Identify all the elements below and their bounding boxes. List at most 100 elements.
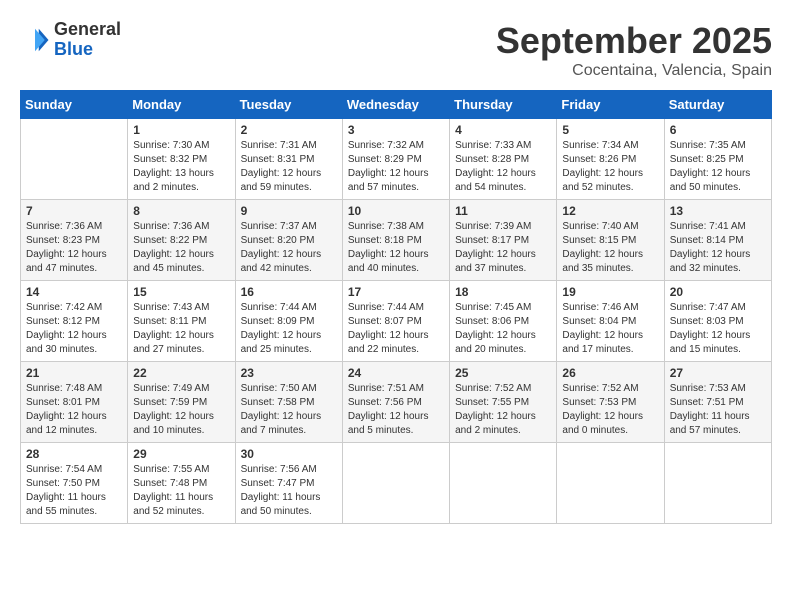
header-cell-saturday: Saturday — [664, 91, 771, 119]
cell-content: Sunrise: 7:55 AM Sunset: 7:48 PM Dayligh… — [133, 463, 229, 519]
calendar-cell: 18Sunrise: 7:45 AM Sunset: 8:06 PM Dayli… — [450, 281, 557, 362]
day-number: 16 — [241, 285, 337, 299]
day-number: 20 — [670, 285, 766, 299]
calendar-cell: 25 Sunrise: 7:52 AM Sunset: 7:55 PM Dayli… — [450, 362, 557, 443]
day-number: 4 — [455, 123, 551, 137]
cell-content: Sunrise: 7:41 AM Sunset: 8:14 PM Dayligh… — [670, 220, 766, 276]
header-cell-wednesday: Wednesday — [342, 91, 449, 119]
calendar-cell: 14 Sunrise: 7:42 AM Sunset: 8:12 PM Dayli… — [21, 281, 128, 362]
cell-content: Sunrise: 7:33 AM Sunset: 8:28 PM Dayligh… — [455, 139, 551, 195]
calendar-cell: 16 Sunrise: 7:44 AM Sunset: 8:09 PM Dayli… — [235, 281, 342, 362]
page-header: General Blue September 2025 Cocentaina, … — [20, 20, 772, 80]
cell-content: Sunrise: 7:36 AM Sunset: 8:23 PM Dayligh… — [26, 220, 122, 276]
cell-content: Sunrise: 7:37 AM Sunset: 8:20 PM Dayligh… — [241, 220, 337, 276]
calendar-cell: 12 Sunrise: 7:40 AM Sunset: 8:15 PM Dayli… — [557, 200, 664, 281]
week-row-1: 1 Sunrise: 7:30 AM Sunset: 8:32 PM Daylig… — [21, 119, 772, 200]
cell-content: Sunrise: 7:36 AM Sunset: 8:22 PM Dayligh… — [133, 220, 229, 276]
week-row-2: 7 Sunrise: 7:36 AM Sunset: 8:23 PM Daylig… — [21, 200, 772, 281]
title-block: September 2025 Cocentaina, Valencia, Spa… — [496, 20, 772, 80]
day-number: 22 — [133, 366, 229, 380]
day-number: 13 — [670, 204, 766, 218]
day-number: 30 — [241, 447, 337, 461]
cell-content: Sunrise: 7:46 AM Sunset: 8:04 PM Dayligh… — [562, 301, 658, 357]
cell-content: Sunrise: 7:54 AM Sunset: 7:50 PM Dayligh… — [26, 463, 122, 519]
calendar-cell: 17 Sunrise: 7:44 AM Sunset: 8:07 PM Dayli… — [342, 281, 449, 362]
cell-content: Sunrise: 7:56 AM Sunset: 7:47 PM Dayligh… — [241, 463, 337, 519]
day-number: 18 — [455, 285, 551, 299]
calendar-cell: 5 Sunrise: 7:34 AM Sunset: 8:26 PM Daylig… — [557, 119, 664, 200]
logo-general: General — [54, 19, 121, 39]
logo-blue: Blue — [54, 39, 93, 59]
day-number: 12 — [562, 204, 658, 218]
calendar-cell — [557, 443, 664, 524]
calendar-cell — [450, 443, 557, 524]
day-number: 5 — [562, 123, 658, 137]
logo-icon — [20, 25, 50, 55]
day-number: 21 — [26, 366, 122, 380]
day-number: 19 — [562, 285, 658, 299]
cell-content: Sunrise: 7:49 AM Sunset: 7:59 PM Dayligh… — [133, 382, 229, 438]
day-number: 14 — [26, 285, 122, 299]
cell-content: Sunrise: 7:34 AM Sunset: 8:26 PM Dayligh… — [562, 139, 658, 195]
calendar-cell: 4 Sunrise: 7:33 AM Sunset: 8:28 PM Daylig… — [450, 119, 557, 200]
calendar-cell: 3Sunrise: 7:32 AM Sunset: 8:29 PM Daylig… — [342, 119, 449, 200]
day-number: 10 — [348, 204, 444, 218]
day-number: 11 — [455, 204, 551, 218]
day-number: 17 — [348, 285, 444, 299]
cell-content: Sunrise: 7:42 AM Sunset: 8:12 PM Dayligh… — [26, 301, 122, 357]
day-number: 23 — [241, 366, 337, 380]
calendar-cell: 20 Sunrise: 7:47 AM Sunset: 8:03 PM Dayli… — [664, 281, 771, 362]
calendar-cell: 8Sunrise: 7:36 AM Sunset: 8:22 PM Daylig… — [128, 200, 235, 281]
cell-content: Sunrise: 7:50 AM Sunset: 7:58 PM Dayligh… — [241, 382, 337, 438]
logo: General Blue — [20, 20, 121, 60]
cell-content: Sunrise: 7:31 AM Sunset: 8:31 PM Dayligh… — [241, 139, 337, 195]
cell-content: Sunrise: 7:52 AM Sunset: 7:55 PM Dayligh… — [455, 382, 551, 438]
cell-content: Sunrise: 7:44 AM Sunset: 8:07 PM Dayligh… — [348, 301, 444, 357]
calendar-cell: 11 Sunrise: 7:39 AM Sunset: 8:17 PM Dayli… — [450, 200, 557, 281]
cell-content: Sunrise: 7:40 AM Sunset: 8:15 PM Dayligh… — [562, 220, 658, 276]
calendar-header: SundayMondayTuesdayWednesdayThursdayFrid… — [21, 91, 772, 119]
location: Cocentaina, Valencia, Spain — [496, 62, 772, 80]
cell-content: Sunrise: 7:32 AM Sunset: 8:29 PM Dayligh… — [348, 139, 444, 195]
calendar-table: SundayMondayTuesdayWednesdayThursdayFrid… — [20, 90, 772, 524]
calendar-body: 1 Sunrise: 7:30 AM Sunset: 8:32 PM Daylig… — [21, 119, 772, 524]
calendar-cell: 15 Sunrise: 7:43 AM Sunset: 8:11 PM Dayli… — [128, 281, 235, 362]
day-number: 6 — [670, 123, 766, 137]
day-number: 1 — [133, 123, 229, 137]
cell-content: Sunrise: 7:30 AM Sunset: 8:32 PM Dayligh… — [133, 139, 229, 195]
calendar-cell: 19 Sunrise: 7:46 AM Sunset: 8:04 PM Dayli… — [557, 281, 664, 362]
cell-content: Sunrise: 7:43 AM Sunset: 8:11 PM Dayligh… — [133, 301, 229, 357]
calendar-cell — [342, 443, 449, 524]
cell-content: Sunrise: 7:52 AM Sunset: 7:53 PM Dayligh… — [562, 382, 658, 438]
cell-content: Sunrise: 7:35 AM Sunset: 8:25 PM Dayligh… — [670, 139, 766, 195]
cell-content: Sunrise: 7:39 AM Sunset: 8:17 PM Dayligh… — [455, 220, 551, 276]
day-number: 26 — [562, 366, 658, 380]
header-cell-tuesday: Tuesday — [235, 91, 342, 119]
day-number: 9 — [241, 204, 337, 218]
calendar-cell: 13 Sunrise: 7:41 AM Sunset: 8:14 PM Dayli… — [664, 200, 771, 281]
calendar-cell: 29Sunrise: 7:55 AM Sunset: 7:48 PM Dayli… — [128, 443, 235, 524]
day-number: 24 — [348, 366, 444, 380]
day-number: 25 — [455, 366, 551, 380]
cell-content: Sunrise: 7:44 AM Sunset: 8:09 PM Dayligh… — [241, 301, 337, 357]
calendar-cell: 2 Sunrise: 7:31 AM Sunset: 8:31 PM Daylig… — [235, 119, 342, 200]
day-number: 15 — [133, 285, 229, 299]
cell-content: Sunrise: 7:38 AM Sunset: 8:18 PM Dayligh… — [348, 220, 444, 276]
cell-content: Sunrise: 7:47 AM Sunset: 8:03 PM Dayligh… — [670, 301, 766, 357]
calendar-cell: 9 Sunrise: 7:37 AM Sunset: 8:20 PM Daylig… — [235, 200, 342, 281]
calendar-cell: 22 Sunrise: 7:49 AM Sunset: 7:59 PM Dayli… — [128, 362, 235, 443]
calendar-cell: 28Sunrise: 7:54 AM Sunset: 7:50 PM Dayli… — [21, 443, 128, 524]
calendar-cell: 6 Sunrise: 7:35 AM Sunset: 8:25 PM Daylig… — [664, 119, 771, 200]
calendar-cell: 1 Sunrise: 7:30 AM Sunset: 8:32 PM Daylig… — [128, 119, 235, 200]
header-cell-sunday: Sunday — [21, 91, 128, 119]
week-row-4: 21Sunrise: 7:48 AM Sunset: 8:01 PM Dayli… — [21, 362, 772, 443]
header-row: SundayMondayTuesdayWednesdayThursdayFrid… — [21, 91, 772, 119]
calendar-cell: 23 Sunrise: 7:50 AM Sunset: 7:58 PM Dayli… — [235, 362, 342, 443]
day-number: 7 — [26, 204, 122, 218]
week-row-5: 28Sunrise: 7:54 AM Sunset: 7:50 PM Dayli… — [21, 443, 772, 524]
header-cell-friday: Friday — [557, 91, 664, 119]
cell-content: Sunrise: 7:51 AM Sunset: 7:56 PM Dayligh… — [348, 382, 444, 438]
week-row-3: 14 Sunrise: 7:42 AM Sunset: 8:12 PM Dayli… — [21, 281, 772, 362]
day-number: 2 — [241, 123, 337, 137]
day-number: 27 — [670, 366, 766, 380]
